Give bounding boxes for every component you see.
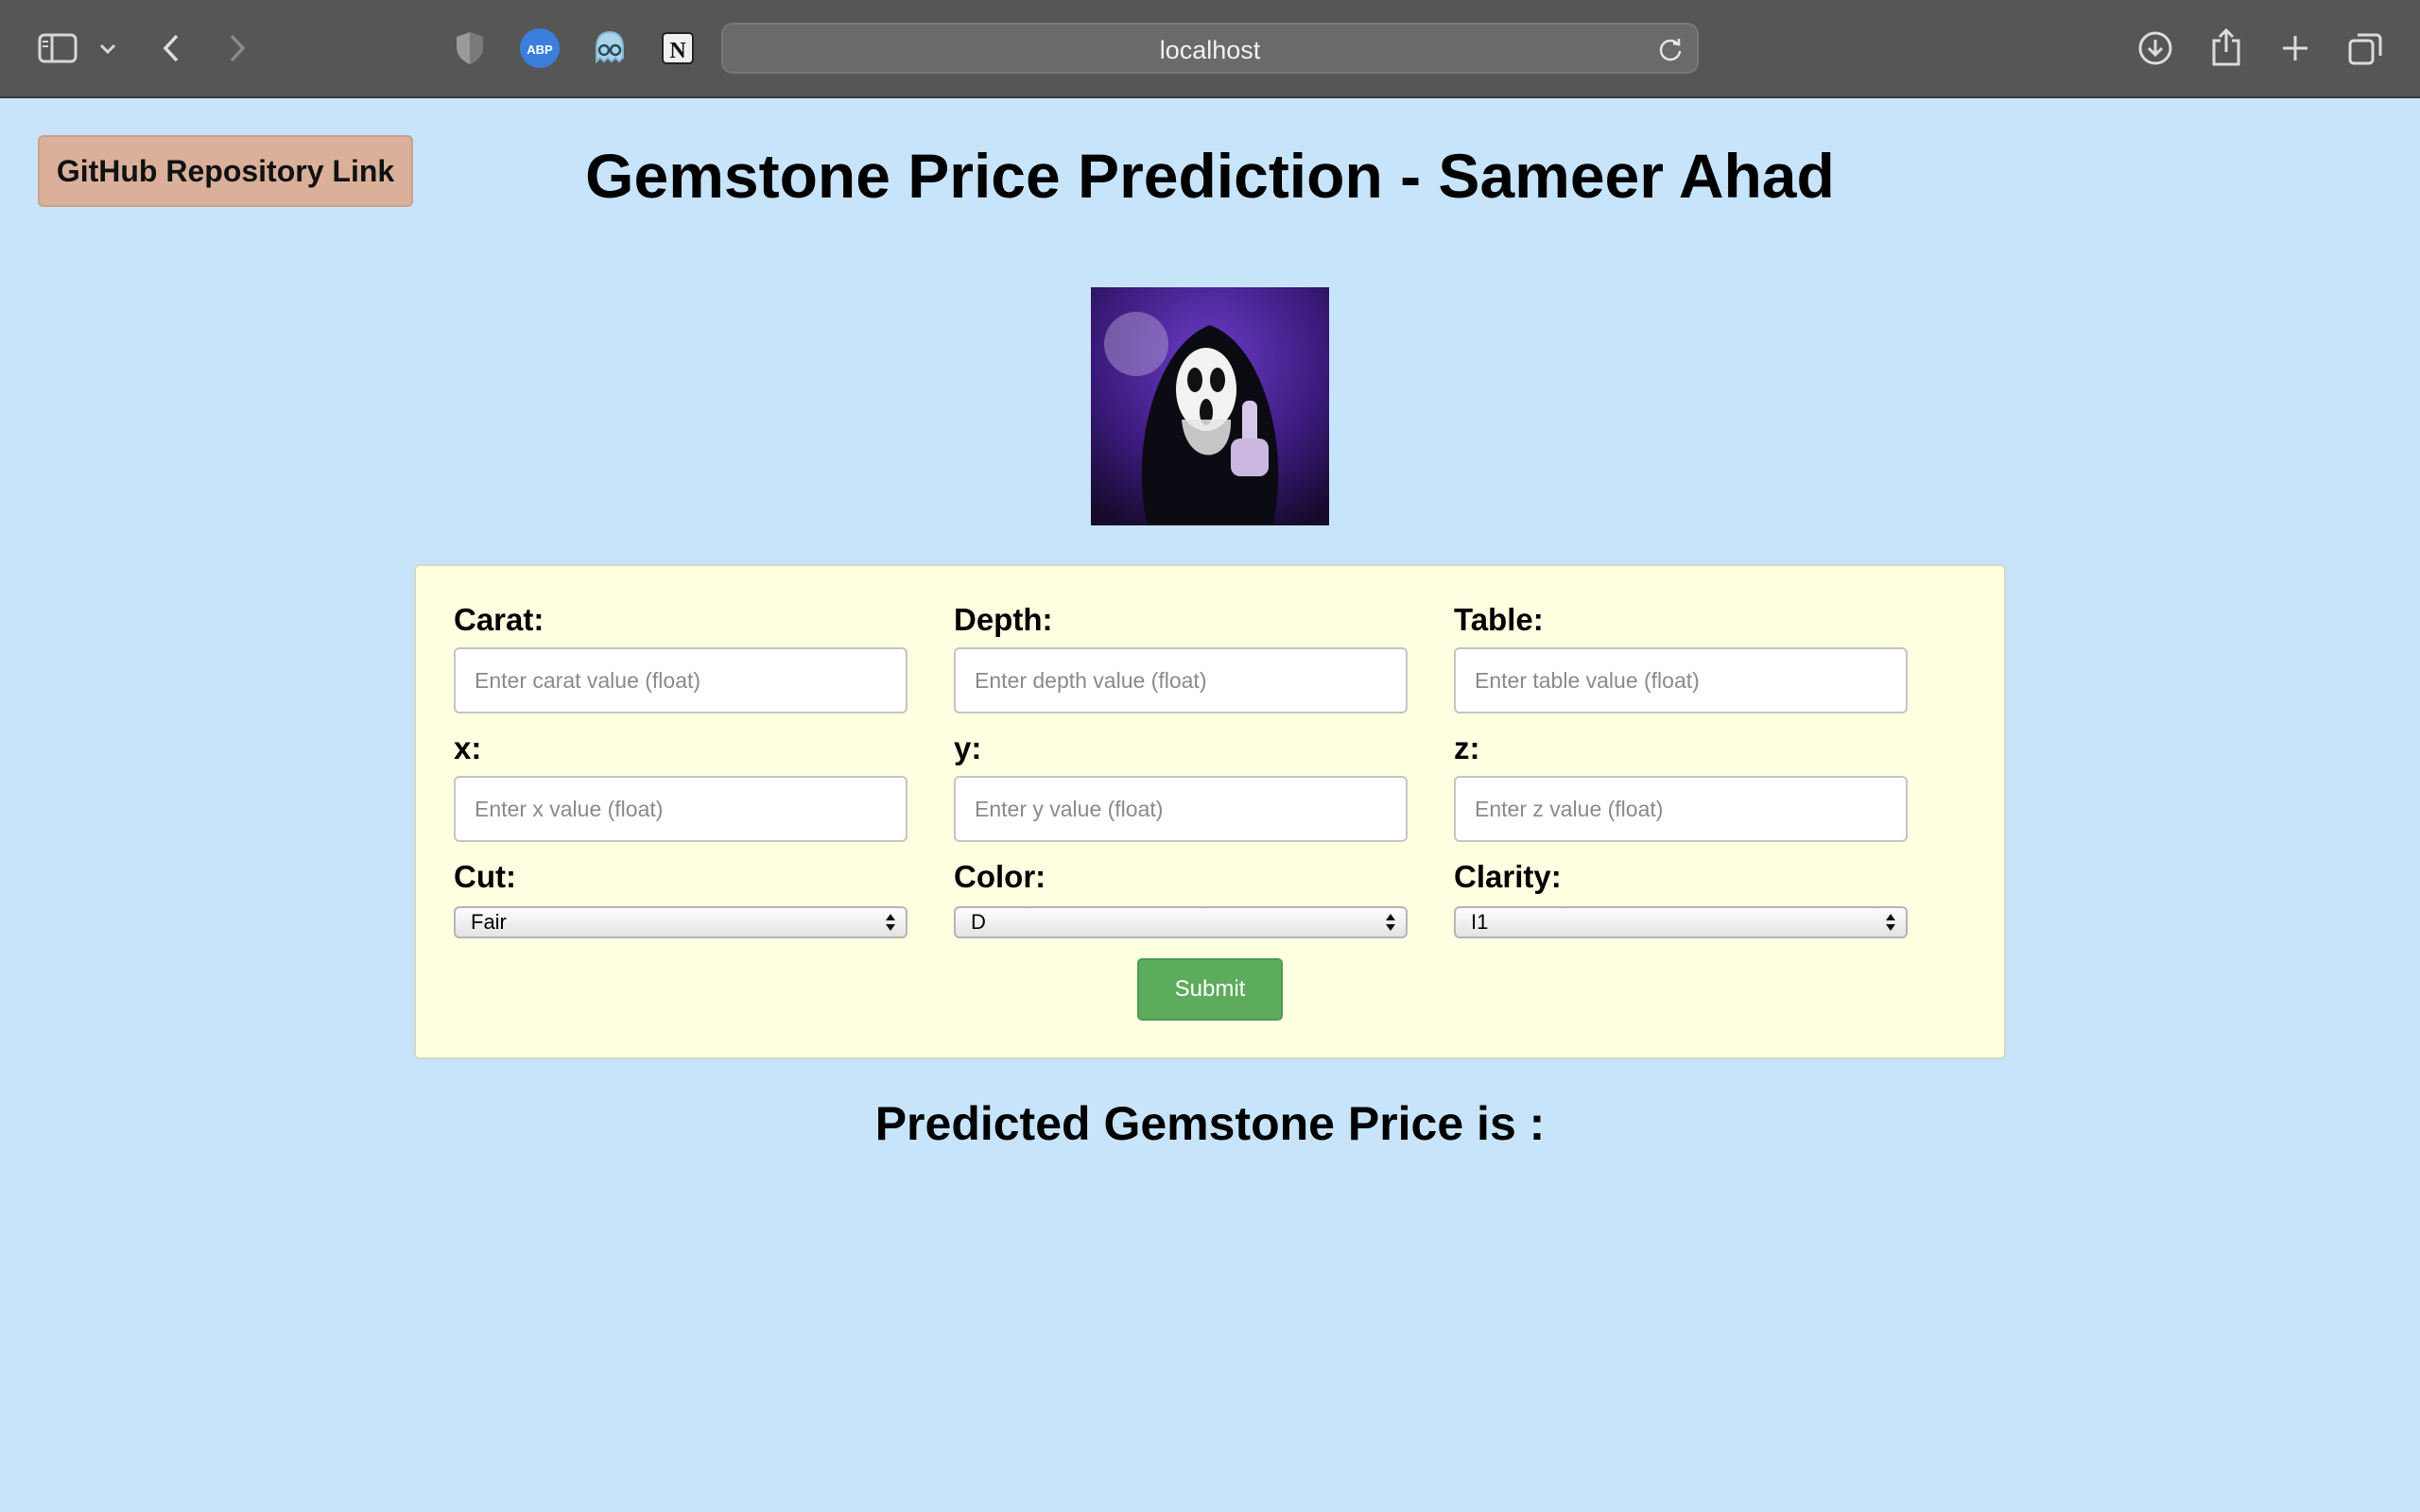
y-input[interactable] xyxy=(954,776,1408,842)
reload-icon[interactable] xyxy=(1657,36,1684,67)
share-icon[interactable] xyxy=(2207,26,2245,68)
x-input[interactable] xyxy=(454,776,908,842)
table-input[interactable] xyxy=(1454,647,1908,713)
url-text: localhost xyxy=(1159,36,1261,64)
cut-selected-value: Fair xyxy=(471,910,507,934)
ghostery-icon[interactable] xyxy=(590,28,630,68)
browser-toolbar: ABP N localhost xyxy=(0,0,2420,98)
x-label: x: xyxy=(454,730,482,765)
downloads-icon[interactable] xyxy=(2136,29,2174,67)
adblock-plus-icon[interactable]: ABP xyxy=(520,28,560,68)
back-icon[interactable] xyxy=(157,31,185,65)
z-input[interactable] xyxy=(1454,776,1908,842)
depth-label: Depth: xyxy=(954,602,1053,637)
clarity-selected-value: I1 xyxy=(1471,910,1489,934)
color-select[interactable]: D xyxy=(954,906,1408,938)
predicted-price-label: Predicted Gemstone Price is : xyxy=(874,1097,1546,1150)
z-label: z: xyxy=(1454,730,1480,765)
address-bar[interactable]: localhost xyxy=(721,23,1699,74)
clarity-select[interactable]: I1 xyxy=(1454,906,1908,938)
privacy-shield-icon[interactable] xyxy=(450,28,490,68)
forward-icon[interactable] xyxy=(223,31,251,65)
cut-select[interactable]: Fair xyxy=(454,906,908,938)
sidebar-toggle-icon[interactable] xyxy=(36,31,79,65)
page-title: Gemstone Price Prediction - Sameer Ahad xyxy=(585,141,1835,211)
depth-input[interactable] xyxy=(954,647,1408,713)
chevron-down-icon[interactable] xyxy=(96,38,119,60)
tab-overview-icon[interactable] xyxy=(2346,29,2384,67)
table-label: Table: xyxy=(1454,602,1544,637)
carat-input[interactable] xyxy=(454,647,908,713)
carat-label: Carat: xyxy=(454,602,544,637)
submit-button[interactable]: Submit xyxy=(1137,958,1283,1021)
notion-icon[interactable]: N xyxy=(658,28,698,68)
profile-image xyxy=(1091,287,1329,525)
color-selected-value: D xyxy=(971,910,986,934)
cut-label: Cut: xyxy=(454,859,516,894)
select-arrows-icon xyxy=(1885,912,1896,940)
svg-text:N: N xyxy=(669,39,686,63)
clarity-label: Clarity: xyxy=(1454,859,1562,894)
select-arrows-icon xyxy=(1385,912,1396,940)
color-label: Color: xyxy=(954,859,1046,894)
select-arrows-icon xyxy=(885,912,896,940)
y-label: y: xyxy=(954,730,982,765)
svg-text:ABP: ABP xyxy=(527,43,553,57)
new-tab-icon[interactable] xyxy=(2276,29,2314,67)
